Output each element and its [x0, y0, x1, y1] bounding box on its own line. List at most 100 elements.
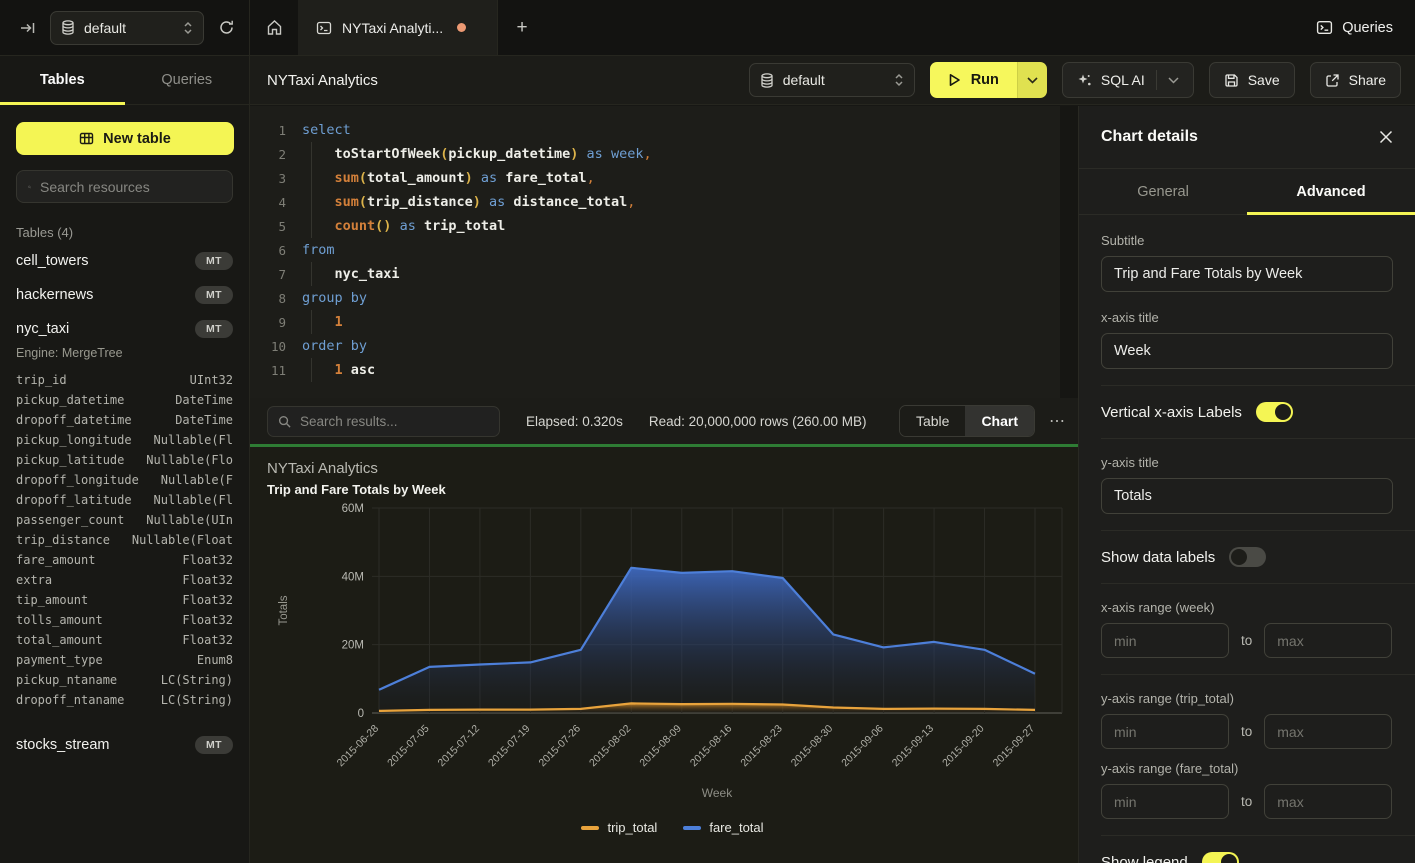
code-line[interactable]: 10order by	[260, 334, 1060, 358]
legend-item-trip_total[interactable]: trip_total	[581, 820, 657, 835]
column-row: pickup_latitudeNullable(Flo	[16, 450, 233, 470]
line-number: 1	[260, 123, 286, 138]
line-number: 9	[260, 315, 286, 330]
column-name: fare_amount	[16, 553, 95, 567]
x-tick-label: 2015-07-05	[385, 723, 432, 770]
database-selector-query[interactable]: default	[749, 63, 915, 97]
table-row[interactable]: nyc_taxiMT	[0, 312, 249, 346]
sql-editor[interactable]: 1 select 2 toStartOfWeek(pickup_datetime) …	[250, 106, 1060, 398]
database-icon	[760, 73, 774, 88]
code-line[interactable]: 3 sum(total_amount) as fare_total,	[260, 166, 1060, 190]
resource-search[interactable]	[16, 170, 233, 203]
code-line[interactable]: 1 select	[260, 118, 1060, 142]
topbar-right: Queries	[1316, 0, 1415, 55]
xaxis-title-input[interactable]	[1101, 333, 1393, 369]
details-tab-general[interactable]: General	[1079, 169, 1247, 214]
yaxis-range-trip-max-input[interactable]	[1264, 714, 1392, 749]
table-row[interactable]: stocks_streamMT	[0, 728, 249, 762]
save-floppy-icon	[1224, 73, 1239, 88]
editor-tab-nytaxi[interactable]: NYTaxi Analyti...	[298, 0, 498, 55]
code-text: 1 asc	[302, 362, 375, 378]
sidebar-tabs: Tables Queries	[0, 56, 249, 105]
code-line[interactable]: 9 1	[260, 310, 1060, 334]
code-line[interactable]: 7 nyc_taxi	[260, 262, 1060, 286]
column-row: total_amountFloat32	[16, 630, 233, 650]
table-row[interactable]: hackernewsMT	[0, 278, 249, 312]
view-switcher: Table Chart	[899, 405, 1035, 437]
sql-ai-button[interactable]: SQL AI	[1062, 62, 1194, 98]
data-labels-toggle[interactable]	[1229, 547, 1266, 567]
header-actions: default Run SQL AI Save	[749, 62, 1401, 98]
show-legend-toggle[interactable]	[1202, 852, 1239, 863]
results-search[interactable]	[267, 406, 500, 437]
table-row[interactable]: cell_towersMT	[0, 244, 249, 278]
yaxis-range-trip-min-input[interactable]	[1101, 714, 1229, 749]
sidebar-collapse-button[interactable]	[20, 20, 36, 36]
save-button[interactable]: Save	[1209, 62, 1295, 98]
yaxis-title-input[interactable]	[1101, 478, 1393, 514]
database-selector-topbar[interactable]: default	[50, 11, 204, 45]
yaxis-title-label: y-axis title	[1101, 455, 1393, 470]
sidebar-tab-queries[interactable]: Queries	[125, 56, 250, 104]
code-text: select	[302, 122, 351, 138]
run-options-button[interactable]	[1017, 62, 1047, 98]
line-number: 11	[260, 363, 286, 378]
chart-canvas[interactable]: 020M40M60M2015-06-282015-07-052015-07-12…	[267, 501, 1067, 813]
refresh-button[interactable]	[218, 19, 235, 36]
sidebar-tab-tables[interactable]: Tables	[0, 56, 125, 104]
xaxis-range-min-input[interactable]	[1101, 623, 1229, 658]
results-right: Table Chart ⋯	[899, 405, 1066, 437]
home-button[interactable]	[250, 0, 298, 55]
code-line[interactable]: 11 1 asc	[260, 358, 1060, 382]
range-to-label: to	[1241, 794, 1252, 809]
legend-swatch	[683, 826, 701, 830]
results-search-input[interactable]	[300, 414, 489, 429]
code-line[interactable]: 8group by	[260, 286, 1060, 310]
table-name: hackernews	[16, 287, 93, 303]
share-button[interactable]: Share	[1310, 62, 1401, 98]
yaxis-range-fare-max-input[interactable]	[1264, 784, 1392, 819]
close-panel-button[interactable]	[1379, 130, 1393, 144]
resource-search-input[interactable]	[40, 179, 221, 195]
updown-chevron-icon	[183, 21, 193, 35]
data-labels-toggle-label: Show data labels	[1101, 549, 1215, 566]
column-type: DateTime	[175, 393, 233, 407]
clickhouse-console-app: default NYTaxi Analyti... + Queries	[0, 0, 1415, 863]
legend-label: fare_total	[709, 820, 763, 835]
new-tab-button[interactable]: +	[498, 0, 546, 55]
column-row: trip_idUInt32	[16, 370, 233, 390]
xaxis-range-max-input[interactable]	[1264, 623, 1392, 658]
editor-scrollbar-gutter[interactable]	[1060, 106, 1078, 398]
column-type: Enum8	[197, 653, 233, 667]
view-chart-button[interactable]: Chart	[965, 406, 1034, 436]
queries-button-label: Queries	[1342, 20, 1393, 36]
subtitle-input[interactable]	[1101, 256, 1393, 292]
sparkle-icon	[1077, 73, 1092, 88]
share-icon	[1325, 73, 1340, 88]
yaxis-range-fare-min-input[interactable]	[1101, 784, 1229, 819]
code-line[interactable]: 4 sum(trip_distance) as distance_total,	[260, 190, 1060, 214]
legend-item-fare_total[interactable]: fare_total	[683, 820, 763, 835]
run-button[interactable]: Run	[930, 62, 1017, 98]
x-axis-title: Week	[702, 786, 733, 800]
more-options-button[interactable]: ⋯	[1049, 411, 1066, 431]
code-line[interactable]: 5 count() as trip_total	[260, 214, 1060, 238]
vertical-labels-toggle[interactable]	[1256, 402, 1293, 422]
code-line[interactable]: 6from	[260, 238, 1060, 262]
details-body: Subtitle x-axis title Vertical x-axis La…	[1079, 215, 1415, 863]
database-selector-value: default	[84, 20, 174, 36]
details-tab-advanced[interactable]: Advanced	[1247, 169, 1415, 214]
code-text: toStartOfWeek(pickup_datetime) as week,	[302, 146, 652, 162]
queries-button[interactable]: Queries	[1316, 19, 1393, 36]
code-line[interactable]: 2 toStartOfWeek(pickup_datetime) as week…	[260, 142, 1060, 166]
new-table-button[interactable]: New table	[16, 122, 234, 155]
legend-swatch	[581, 826, 599, 830]
tables-list: cell_towersMThackernewsMTnyc_taxiMTEngin…	[0, 244, 249, 762]
column-name: passenger_count	[16, 513, 124, 527]
y-tick-label: 60M	[342, 503, 364, 515]
line-number: 2	[260, 147, 286, 162]
query-title: NYTaxi Analytics	[267, 72, 749, 89]
column-name: pickup_datetime	[16, 393, 124, 407]
view-table-button[interactable]: Table	[900, 406, 965, 436]
column-type: Float32	[182, 633, 233, 647]
